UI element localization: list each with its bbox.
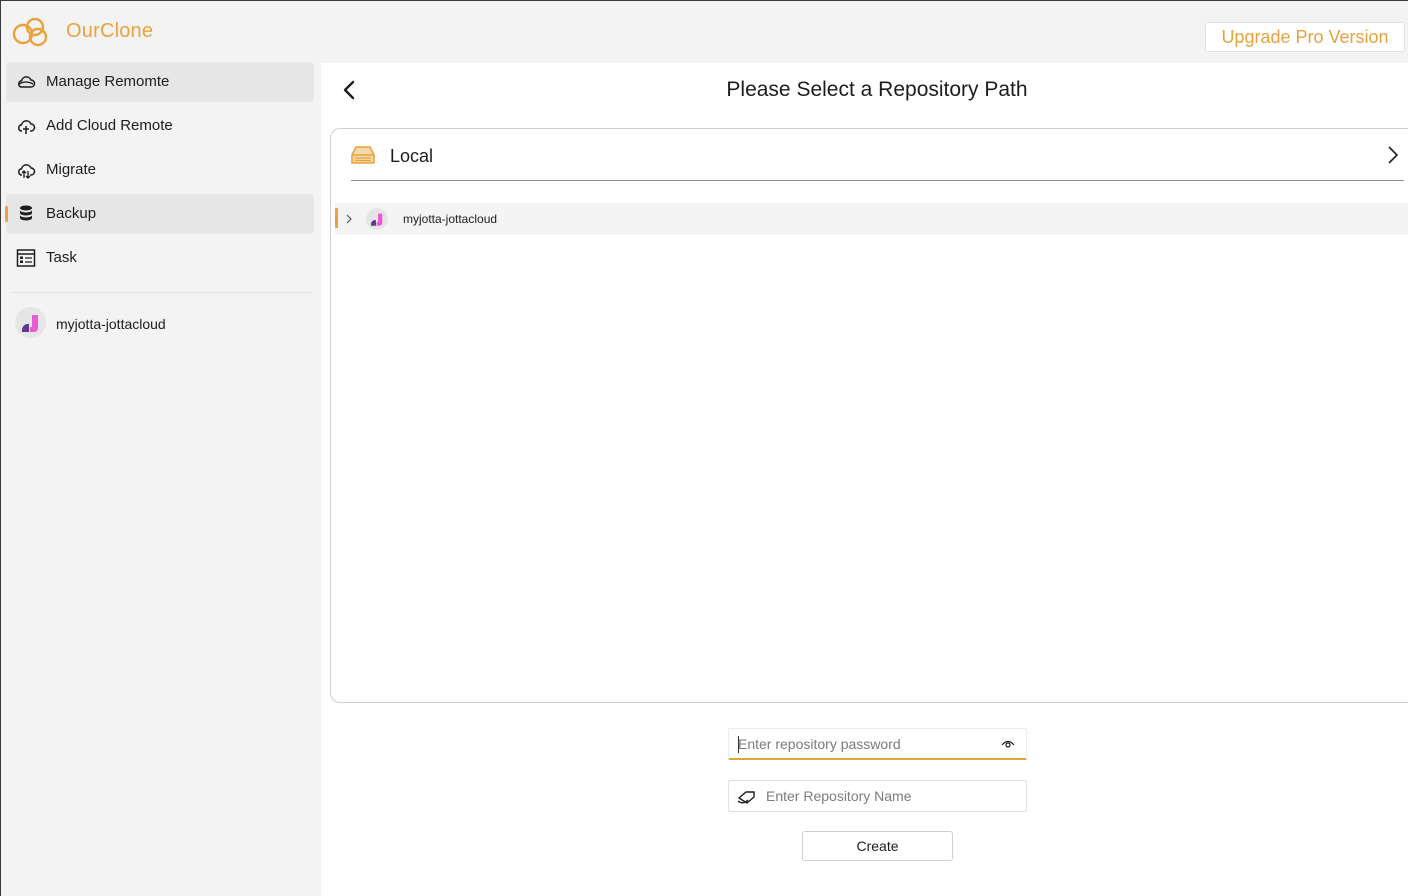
page-title: Please Select a Repository Path bbox=[726, 78, 1028, 101]
password-field-container bbox=[728, 728, 1027, 760]
name-field-container bbox=[728, 780, 1027, 812]
tree-item-remote[interactable]: myjotta-jottacloud bbox=[335, 203, 1408, 235]
sidebar-item-label: Backup bbox=[46, 205, 97, 222]
sidebar-item-label: Add Cloud Remote bbox=[46, 117, 173, 134]
local-divider bbox=[351, 180, 1404, 181]
sidebar-item-manage-remote[interactable]: Manage Remomte bbox=[6, 62, 314, 102]
jottacloud-avatar-icon bbox=[15, 307, 46, 338]
chevron-right-icon[interactable] bbox=[345, 213, 353, 225]
create-button[interactable]: Create bbox=[802, 831, 953, 861]
sidebar-item-label: Task bbox=[46, 249, 77, 266]
drive-icon bbox=[351, 146, 375, 164]
tag-icon bbox=[737, 791, 755, 804]
jottacloud-avatar-icon bbox=[366, 208, 388, 230]
active-indicator bbox=[5, 206, 8, 222]
sidebar-divider bbox=[11, 292, 311, 293]
sidebar-item-task[interactable]: Task bbox=[6, 238, 314, 278]
remote-label: myjotta-jottacloud bbox=[56, 316, 166, 332]
chevron-right-icon bbox=[1388, 146, 1399, 164]
sidebar: Manage Remomte Add Cloud Remote Migrate bbox=[1, 61, 321, 896]
sidebar-remote-item[interactable]: myjotta-jottacloud bbox=[15, 307, 311, 339]
local-label: Local bbox=[390, 146, 434, 166]
sidebar-item-backup[interactable]: Backup bbox=[5, 194, 314, 234]
app-title: OurClone bbox=[66, 20, 154, 42]
sidebar-item-migrate[interactable]: Migrate bbox=[6, 150, 314, 190]
repository-password-input[interactable] bbox=[738, 729, 993, 759]
tree-item-label: myjotta-jottacloud bbox=[403, 212, 498, 226]
eye-icon[interactable] bbox=[1001, 739, 1015, 749]
tree-selection-indicator bbox=[335, 208, 338, 228]
app-window: OurClone Upgrade Pro Version Manage Remo… bbox=[0, 0, 1408, 896]
cloud-add-icon bbox=[18, 120, 36, 134]
sidebar-item-add-cloud-remote[interactable]: Add Cloud Remote bbox=[6, 106, 314, 146]
upgrade-pro-button[interactable]: Upgrade Pro Version bbox=[1205, 22, 1405, 52]
task-list-icon bbox=[16, 249, 36, 267]
app-header: OurClone Upgrade Pro Version bbox=[1, 1, 1408, 61]
cloud-migrate-icon bbox=[18, 164, 36, 179]
ourclone-logo-icon bbox=[12, 17, 48, 47]
local-storage-row[interactable]: Local bbox=[351, 141, 1406, 181]
sidebar-item-label: Manage Remomte bbox=[46, 73, 170, 90]
repository-name-input[interactable] bbox=[766, 781, 1021, 811]
main-panel: Please Select a Repository Path Local my… bbox=[321, 63, 1408, 896]
sidebar-item-label: Migrate bbox=[46, 161, 97, 178]
cloud-manage-icon bbox=[18, 76, 36, 88]
repository-path-panel: Local myjotta-jottacloud bbox=[330, 128, 1408, 703]
database-icon bbox=[20, 205, 32, 221]
